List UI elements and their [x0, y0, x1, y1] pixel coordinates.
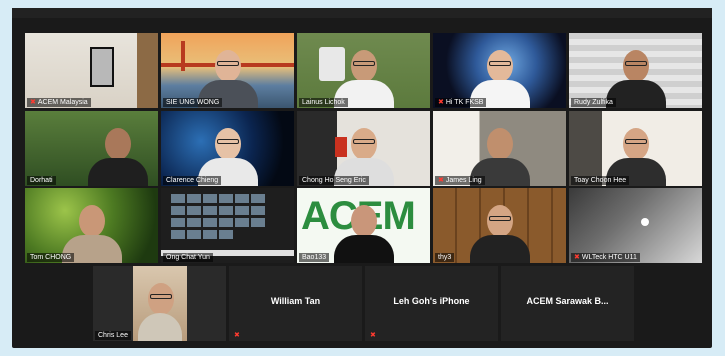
door	[137, 33, 158, 108]
participant-name: thy3	[435, 253, 455, 262]
mic-status: ✖	[231, 331, 243, 340]
video-tile-william-tan[interactable]: William Tan ✖	[229, 266, 362, 341]
wall-picture	[90, 47, 114, 87]
participant-name: Tom CHONG	[27, 253, 75, 262]
participant-name: ✖ WLTeck HTC U11	[571, 253, 640, 262]
video-tile-clarence-chieng[interactable]: Clarence Chieng	[161, 111, 294, 186]
participant-name: Chris Lee	[95, 331, 131, 340]
participant-name-large: William Tan	[270, 296, 321, 306]
participant-video	[88, 124, 149, 186]
ceiling-background	[569, 188, 702, 263]
video-tile-acem-malaysia[interactable]: ✖ ACEM Malaysia	[25, 33, 158, 108]
video-tile-rudy-zulfika[interactable]: Rudy Zulfika	[569, 33, 702, 108]
video-tile-james-ling[interactable]: ✖ James Ling	[433, 111, 566, 186]
ceiling-light	[641, 218, 649, 226]
participant-name: SIE UNG WONG	[163, 98, 223, 107]
mic-muted-icon: ✖	[438, 177, 444, 184]
video-tile-sie-ung-wong[interactable]: SIE UNG WONG	[161, 33, 294, 108]
mic-muted-icon: ✖	[370, 332, 376, 339]
video-tile-tom-chong[interactable]: Tom CHONG	[25, 188, 158, 263]
participant-name: Toay Choon Hee	[571, 176, 630, 185]
video-tile-hi-tk-fksb[interactable]: ✖ Hi TK FKSB	[433, 33, 566, 108]
participant-video	[137, 279, 182, 341]
shared-gallery-screen	[161, 188, 294, 263]
participant-video	[333, 201, 394, 263]
participant-name-large: Leh Goh's iPhone	[393, 296, 470, 306]
video-tile-chong-ho-seng-eric[interactable]: Chong Ho Seng Eric	[297, 111, 430, 186]
participant-name: Rudy Zulfika	[571, 98, 616, 107]
video-tile-leh-goh-iphone[interactable]: Leh Goh's iPhone ✖	[365, 266, 498, 341]
participant-name: Bao133	[299, 253, 330, 262]
participant-name: Clarence Chieng	[163, 176, 222, 185]
participant-name: Ong Chat Yun	[163, 253, 213, 262]
video-tile-ong-chat-yun[interactable]: Ong Chat Yun	[161, 188, 294, 263]
video-tile-acem-sarawak[interactable]: ACEM Sarawak B...	[501, 266, 634, 341]
video-tile-thy3[interactable]: thy3	[433, 188, 566, 263]
video-tile-toay-choon-hee[interactable]: Toay Choon Hee	[569, 111, 702, 186]
video-tile-chris-lee[interactable]: Chris Lee	[93, 266, 226, 341]
mic-muted-icon: ✖	[30, 99, 36, 106]
mic-muted-icon: ✖	[438, 99, 444, 106]
video-tile-wlteck-htc-u11[interactable]: ✖ WLTeck HTC U11	[569, 188, 702, 263]
video-tile-dorhati[interactable]: Dorhati	[25, 111, 158, 186]
window-top-bar	[12, 8, 712, 18]
bridge-tower	[181, 41, 185, 71]
video-tile-lainus-lichok[interactable]: Lainus Lichok	[297, 33, 430, 108]
participant-name: ✖ James Ling	[435, 176, 485, 185]
video-tile-bao133[interactable]: ACEM Bao133	[297, 188, 430, 263]
participant-video	[469, 201, 530, 263]
mic-muted-icon: ✖	[574, 254, 580, 261]
participant-name: Lainus Lichok	[299, 98, 348, 107]
mic-muted-icon: ✖	[234, 332, 240, 339]
participant-name: ✖ ACEM Malaysia	[27, 98, 91, 107]
participant-name: Dorhati	[27, 176, 56, 185]
room-background	[25, 33, 158, 108]
participant-name-large: ACEM Sarawak B...	[526, 296, 609, 306]
mic-status: ✖	[367, 331, 379, 340]
participant-name: ✖ Hi TK FKSB	[435, 98, 487, 107]
participant-name: Chong Ho Seng Eric	[299, 176, 369, 185]
